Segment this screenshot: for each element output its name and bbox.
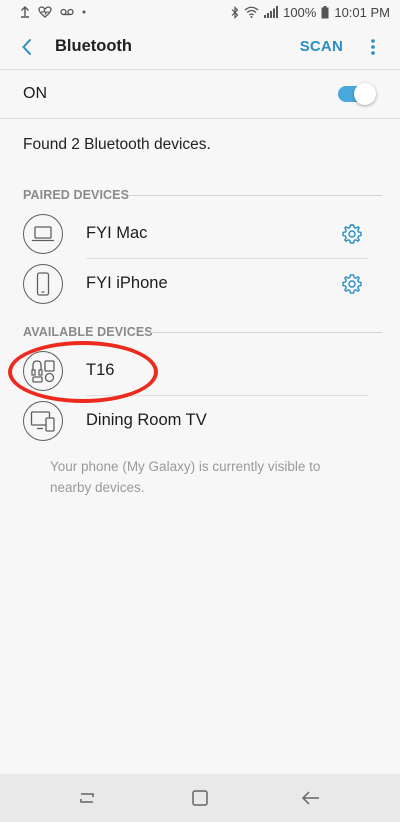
app-bar-divider [0,69,400,70]
paired-header-line [128,195,382,196]
battery-percent: 100% [283,4,317,20]
device-name: Dining Room TV [86,411,207,429]
home-icon [192,790,208,806]
device-row-fyi-iphone[interactable]: FYI iPhone [0,260,400,308]
voicemail-icon [60,8,74,16]
more-options-button[interactable] [368,35,378,59]
more-vertical-icon [371,39,375,55]
toggle-thumb [354,83,376,105]
back-arrow-icon [22,39,31,55]
device-name: FYI iPhone [86,274,168,292]
device-row-dining-room-tv[interactable]: Dining Room TV [0,397,400,445]
toggle-label: ON [23,85,47,102]
status-right: 100% 10:01 PM [231,5,390,20]
battery-icon [321,5,329,19]
signal-icon [264,6,279,18]
bluetooth-toggle-switch[interactable] [338,82,376,106]
recent-apps-button[interactable] [74,786,100,810]
gear-icon [342,274,362,294]
gear-icon [342,224,362,244]
scan-button[interactable]: SCAN [300,38,343,55]
paired-devices-header: PAIRED DEVICES [23,188,130,202]
toggle-divider [0,118,400,119]
recent-apps-icon [80,793,94,803]
device-settings-button[interactable] [341,223,363,245]
bluetooth-toggle-row[interactable]: ON [0,71,400,117]
phone-icon [23,264,63,304]
device-settings-button[interactable] [341,273,363,295]
heart-rate-icon [38,6,52,18]
available-header-line [150,332,382,333]
page-title: Bluetooth [55,37,132,55]
device-name: FYI Mac [86,224,148,242]
tv-display-icon [23,401,63,441]
home-button[interactable] [187,786,213,810]
navigation-bar [0,774,400,822]
back-button[interactable] [14,34,40,60]
upload-icon [20,6,30,18]
available-devices-header: AVAILABLE DEVICES [23,325,153,339]
clock: 10:01 PM [334,4,390,20]
status-bar: 100% 10:01 PM [0,0,400,24]
device-row-fyi-mac[interactable]: FYI Mac [0,210,400,258]
bluetooth-status-icon [231,5,239,19]
status-left [20,6,86,18]
row-separator [86,258,368,259]
laptop-icon [23,214,63,254]
back-nav-button[interactable] [298,786,324,810]
wifi-icon [244,6,259,18]
red-annotation-ellipse [8,341,158,403]
visibility-note: Your phone (My Galaxy) is currently visi… [50,459,321,495]
notification-dot-icon [82,10,86,14]
app-bar: Bluetooth SCAN [0,24,400,70]
found-devices-text: Found 2 Bluetooth devices. [23,136,211,153]
back-nav-icon [301,791,319,805]
